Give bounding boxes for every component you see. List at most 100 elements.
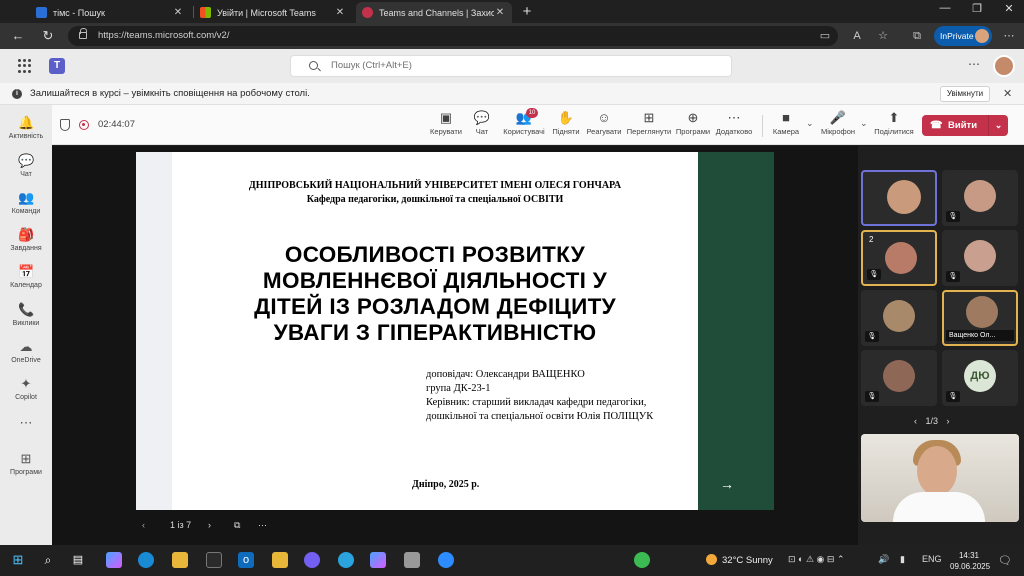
minimize-icon[interactable]: — xyxy=(930,2,960,14)
read-aloud-icon[interactable]: A xyxy=(848,27,866,45)
chevron-right-icon[interactable]: › xyxy=(947,416,950,426)
favorite-star-icon[interactable]: ☆ xyxy=(874,27,892,45)
browser-tab-search[interactable]: тімс - Пошук ✕ xyxy=(30,2,190,23)
windows-start-icon[interactable]: ⊞ xyxy=(10,552,26,568)
task-view-icon[interactable]: ▤ xyxy=(70,552,86,568)
camera-button[interactable]: ■ Камера xyxy=(770,109,802,143)
weather-widget[interactable]: 32°C Sunny xyxy=(706,554,773,566)
chat-icon: 💬 xyxy=(473,110,491,125)
network-icon[interactable]: ▮ xyxy=(900,554,905,565)
meeting-timer: 02:44:07 xyxy=(98,119,135,130)
view-button[interactable]: ⊞ Переглянути xyxy=(626,109,672,143)
chevron-down-icon[interactable]: ⌄ xyxy=(860,118,868,129)
settings-more-icon[interactable]: ⋯ xyxy=(968,57,980,71)
chevron-left-icon[interactable]: ‹ xyxy=(914,416,917,426)
toolbar-label: Чат xyxy=(475,127,489,136)
more-icon[interactable]: ⋯ xyxy=(258,520,267,531)
new-tab-button[interactable]: + xyxy=(518,3,536,20)
tray-icons[interactable]: ⊡ ◐ ⚠ ◉ ⊟ ⌃ xyxy=(788,554,844,565)
file-explorer-icon[interactable] xyxy=(172,552,188,568)
browser-tab-teams-meeting[interactable]: Teams and Channels | Захис ✕ xyxy=(356,2,512,23)
people-button[interactable]: 👥 10 Користувачі xyxy=(502,108,546,143)
volume-icon[interactable]: 🔊 xyxy=(878,554,889,565)
participant-tile[interactable]: Ващенко Ол... xyxy=(942,290,1018,346)
user-avatar[interactable] xyxy=(993,55,1015,77)
rail-chat[interactable]: 💬 Чат xyxy=(0,149,52,187)
participant-tile[interactable]: 🎙 xyxy=(942,230,1018,286)
apps-button[interactable]: ⊕ Програми xyxy=(674,109,712,143)
extensions-icon[interactable]: ⧉ xyxy=(908,27,926,45)
mic-muted-icon: 🎙 xyxy=(867,269,881,280)
chat-button[interactable]: 💬 Чат xyxy=(468,109,496,143)
telegram-icon[interactable] xyxy=(338,552,354,568)
notifications-icon[interactable]: 🗨 xyxy=(998,554,1012,567)
copilot-app-icon[interactable] xyxy=(370,552,386,568)
rail-copilot[interactable]: ✦ Copilot xyxy=(0,372,52,410)
participant-tile[interactable]: 🎙 xyxy=(861,350,937,406)
browser-tab-teams-login[interactable]: Увійти | Microsoft Teams ✕ xyxy=(194,2,352,23)
rail-calendar[interactable]: 📅 Календар xyxy=(0,260,52,298)
rail-assignments[interactable]: 🎒 Завдання xyxy=(0,223,52,261)
language-indicator[interactable]: ENG xyxy=(922,554,942,564)
outlook-icon[interactable]: o xyxy=(238,552,254,568)
participant-tile[interactable]: 2 🎙 xyxy=(861,230,937,286)
clock-time: 14:31 xyxy=(958,551,980,560)
search-icon[interactable]: ⌕ xyxy=(40,552,56,568)
enable-notifications-button[interactable]: Увімкнути xyxy=(940,86,990,102)
chrome-icon[interactable] xyxy=(634,552,650,568)
clock[interactable]: 14:31 09.06.2025 xyxy=(950,550,990,572)
mic-muted-icon: 🎙 xyxy=(946,391,960,402)
close-icon[interactable]: ✕ xyxy=(1003,87,1012,100)
chevron-down-icon[interactable]: ⌄ xyxy=(806,118,814,129)
slide-info-line: група ДК-23-1 xyxy=(426,383,491,394)
close-icon[interactable]: ✕ xyxy=(494,7,506,18)
close-icon[interactable]: ✕ xyxy=(172,7,184,18)
back-icon[interactable]: ← xyxy=(8,27,28,45)
react-button[interactable]: ☺ Реагувати xyxy=(586,109,622,143)
copilot-icon[interactable] xyxy=(106,552,122,568)
inprivate-badge[interactable]: InPrivate xyxy=(934,26,992,46)
edge-icon[interactable] xyxy=(138,552,154,568)
close-window-icon[interactable]: ✕ xyxy=(994,2,1024,15)
url-field[interactable]: https://teams.microsoft.com/v2/ xyxy=(68,26,838,46)
maximize-icon[interactable]: ❐ xyxy=(962,2,992,15)
rail-apps[interactable]: ⊞ Програми xyxy=(0,447,52,485)
participant-tile[interactable]: 🎙 xyxy=(942,170,1018,226)
more-icon: ⋯ xyxy=(19,415,33,430)
rail-activity[interactable]: 🔔 Активність xyxy=(0,111,52,149)
refresh-icon[interactable]: ↻ xyxy=(38,27,58,45)
mic-icon: 🎤 xyxy=(829,110,847,125)
word-icon[interactable] xyxy=(272,552,288,568)
app-launcher-icon[interactable] xyxy=(18,59,32,73)
participant-tile[interactable] xyxy=(861,170,937,226)
popout-icon[interactable]: ⧉ xyxy=(234,520,240,531)
chevron-down-icon[interactable]: ⌄ xyxy=(988,115,1008,136)
toolbar-label: Поділитися xyxy=(874,127,914,136)
app-icon[interactable] xyxy=(404,552,420,568)
self-view-video[interactable] xyxy=(861,434,1019,522)
search-input[interactable]: Пошук (Ctrl+Alt+E) xyxy=(290,55,732,77)
zoom-icon[interactable] xyxy=(438,552,454,568)
participant-tile[interactable]: ДЮ 🎙 xyxy=(942,350,1018,406)
rail-label: Календар xyxy=(10,282,42,289)
raise-hand-button[interactable]: ✋ Підняти xyxy=(550,109,582,143)
chevron-right-icon[interactable]: › xyxy=(208,520,211,530)
app-available-icon[interactable]: ▭ xyxy=(816,27,834,45)
chevron-left-icon[interactable]: ‹ xyxy=(142,520,145,530)
store-icon[interactable] xyxy=(206,552,222,568)
people-icon: 👥 xyxy=(515,110,533,125)
rail-teams[interactable]: 👥 Команди xyxy=(0,186,52,224)
viber-icon[interactable] xyxy=(304,552,320,568)
share-button[interactable]: ⬆ Поділитися xyxy=(872,109,916,143)
rail-onedrive[interactable]: ☁ OneDrive xyxy=(0,335,52,373)
leave-button[interactable]: ☎ Вийти ⌄ xyxy=(922,115,1008,136)
browser-menu-icon[interactable]: ⋯ xyxy=(1000,27,1018,45)
participant-tile[interactable]: 🎙 xyxy=(861,290,937,346)
rail-more[interactable]: ⋯ xyxy=(0,411,52,449)
mic-button[interactable]: 🎤 Мікрофон xyxy=(818,109,858,143)
more-button[interactable]: ⋯ Додатково xyxy=(714,109,754,143)
rail-calls[interactable]: 📞 Виклики xyxy=(0,298,52,336)
manage-button[interactable]: ▣ Керувати xyxy=(424,109,468,143)
participant-video xyxy=(887,180,921,214)
close-icon[interactable]: ✕ xyxy=(334,7,346,18)
